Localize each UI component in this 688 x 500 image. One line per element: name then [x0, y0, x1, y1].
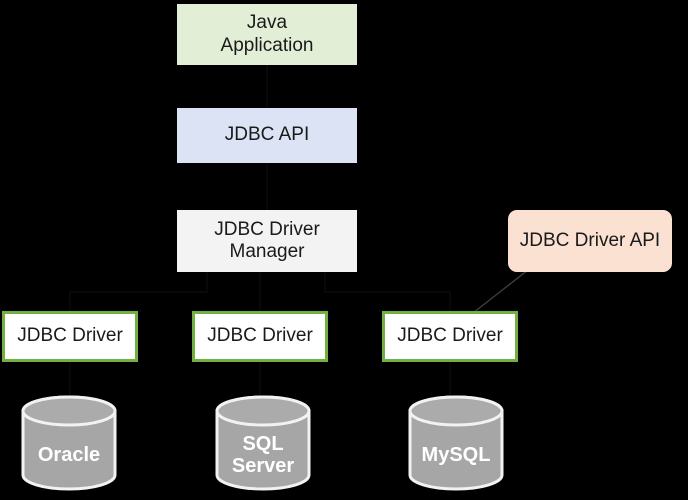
node-database-sql-server-lines: SQL Server	[232, 433, 294, 478]
node-jdbc-driver-2-label: JDBC Driver	[207, 325, 313, 347]
node-jdbc-driver-manager[interactable]: JDBC Driver Manager	[177, 210, 357, 272]
node-jdbc-driver-1-label: JDBC Driver	[17, 325, 123, 347]
node-jdbc-driver-manager-line1: JDBC Driver	[214, 218, 320, 240]
node-database-oracle[interactable]: Oracle	[23, 397, 115, 489]
node-java-application-line1: Java	[246, 12, 288, 34]
node-database-oracle-line1: Oracle	[37, 443, 101, 466]
node-jdbc-driver-3[interactable]: JDBC Driver	[382, 311, 518, 362]
node-jdbc-driver-1[interactable]: JDBC Driver	[2, 311, 138, 362]
node-database-sql-server-line1: SQL	[242, 432, 284, 455]
node-database-mysql-label: MySQL	[402, 427, 510, 483]
node-database-sql-server-label: SQL Server	[209, 427, 317, 483]
connector-driver-manager-to-driver-1	[69, 272, 208, 311]
node-java-application-label: Java Application	[221, 12, 314, 57]
node-jdbc-driver-manager-label: JDBC Driver Manager	[214, 219, 320, 264]
node-java-application[interactable]: Java Application	[177, 4, 357, 65]
node-jdbc-driver-api-label: JDBC Driver API	[519, 229, 661, 251]
node-database-mysql[interactable]: MySQL	[410, 397, 502, 489]
node-jdbc-driver-manager-line2: Manager	[229, 241, 305, 262]
connector-driver-manager-to-driver-3	[324, 272, 451, 311]
node-database-oracle-label: Oracle	[15, 427, 123, 483]
node-jdbc-driver-2[interactable]: JDBC Driver	[192, 311, 328, 362]
node-jdbc-api-label: JDBC API	[224, 124, 310, 146]
node-database-sql-server-line2: Server	[231, 455, 295, 477]
node-jdbc-driver-api[interactable]: JDBC Driver API	[508, 210, 672, 272]
node-database-sql-server[interactable]: SQL Server	[217, 397, 309, 489]
node-java-application-line2: Application	[220, 34, 314, 56]
node-database-mysql-line1: MySQL	[421, 443, 491, 466]
node-jdbc-driver-3-label: JDBC Driver	[397, 325, 503, 347]
node-jdbc-api[interactable]: JDBC API	[177, 108, 357, 163]
